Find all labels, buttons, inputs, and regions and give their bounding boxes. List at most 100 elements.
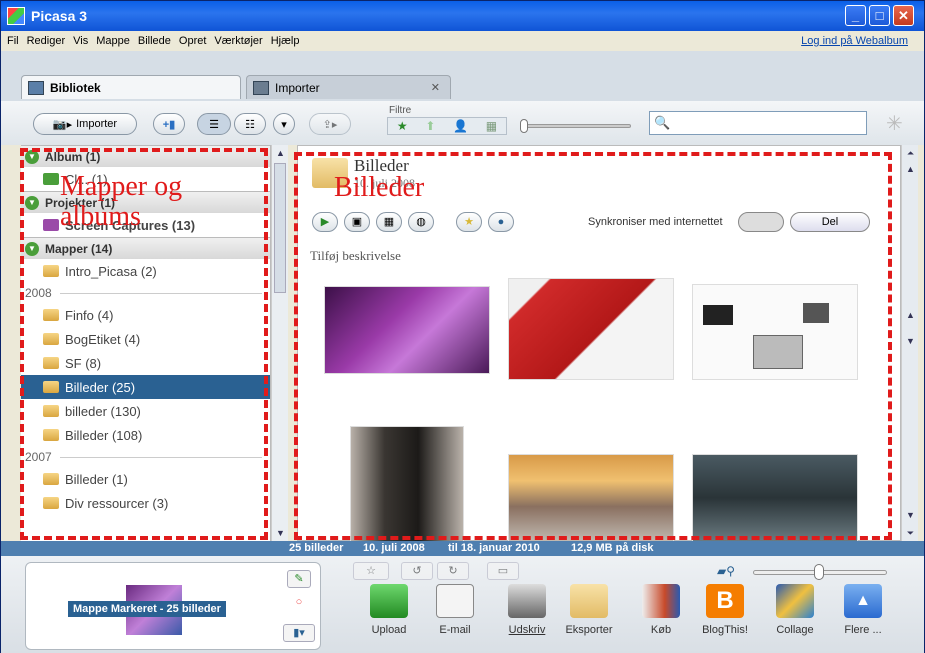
folder-title[interactable]: Billeder bbox=[354, 156, 409, 176]
rotate-right-icon[interactable]: ↻ bbox=[437, 562, 469, 580]
photo-thumbnail[interactable] bbox=[350, 426, 464, 542]
minimize-button[interactable]: _ bbox=[845, 5, 866, 26]
scroll-thumb[interactable] bbox=[274, 163, 286, 293]
filter-slider-knob[interactable] bbox=[520, 119, 528, 133]
list-item-folder[interactable]: Intro_Picasa (2) bbox=[21, 259, 270, 283]
list-item-folder[interactable]: SF (8) bbox=[21, 351, 270, 375]
upload-filter-icon[interactable]: ⬆ bbox=[425, 119, 435, 133]
login-webalbum-link[interactable]: Log ind på Webalbum bbox=[801, 35, 908, 47]
zoom-slider-knob[interactable] bbox=[814, 564, 824, 580]
maximize-button[interactable]: □ bbox=[869, 5, 890, 26]
menu-fil[interactable]: Fil bbox=[7, 35, 19, 47]
collage-button[interactable]: ▦ bbox=[376, 212, 402, 232]
tab-bibliotek[interactable]: Bibliotek bbox=[21, 75, 241, 99]
add-description[interactable]: Tilføj beskrivelse bbox=[310, 248, 401, 264]
menu-hjaelp[interactable]: Hjælp bbox=[271, 35, 300, 47]
add-album-button[interactable]: +▮ bbox=[153, 113, 185, 135]
hold-pin-icon[interactable]: ✎ bbox=[287, 570, 311, 588]
scroll-top-icon[interactable]: ⏶ bbox=[902, 145, 919, 161]
person-filter-icon[interactable]: 👤 bbox=[453, 119, 468, 133]
photo-pane: Billeder 10. juli 2008 ▶ ▣ ▦ ◍ ★ ● Synkr… bbox=[297, 145, 901, 542]
menu-billede[interactable]: Billede bbox=[138, 35, 171, 47]
export-action[interactable]: Eksporter bbox=[559, 584, 619, 636]
search-box[interactable]: 🔍 bbox=[649, 111, 867, 135]
device-shape bbox=[753, 335, 803, 369]
tag-icon[interactable]: ▭ bbox=[487, 562, 519, 580]
upload-toolbar-button[interactable]: ⇪▸ bbox=[309, 113, 351, 135]
collapse-icon[interactable]: ▼ bbox=[25, 195, 39, 210]
scroll-down-icon[interactable]: ▼ bbox=[272, 525, 289, 541]
album-section-header[interactable]: ▼ Album (1) bbox=[21, 145, 270, 167]
import-button[interactable]: 📷▸ Importer bbox=[33, 113, 137, 135]
scroll-up-icon[interactable]: ▲ bbox=[902, 161, 919, 177]
add-to-album-dropdown[interactable]: ▮▾ bbox=[283, 624, 315, 642]
photo-thumbnail[interactable] bbox=[324, 286, 490, 374]
slideshow-button[interactable]: ▶ bbox=[312, 212, 338, 232]
rotate-left-icon[interactable]: ↺ bbox=[401, 562, 433, 580]
menu-vis[interactable]: Vis bbox=[73, 35, 88, 47]
list-item-album[interactable]: Cl... (1) bbox=[21, 167, 270, 191]
people-button[interactable]: ● bbox=[488, 212, 514, 232]
scroll-bottom-icon[interactable]: ⏷ bbox=[902, 525, 919, 541]
tab-close-icon[interactable]: ✕ bbox=[431, 81, 440, 94]
blogthis-action[interactable]: B BlogThis! bbox=[695, 584, 755, 636]
scroll-up-icon[interactable]: ▲ bbox=[272, 145, 289, 161]
sync-toggle[interactable] bbox=[738, 212, 784, 232]
folders-section-header[interactable]: ▼ Mapper (14) bbox=[21, 237, 270, 259]
photo-pane-scrollbar[interactable]: ⏶ ▲ ▲ ▼ ▼ ⏷ bbox=[901, 145, 918, 541]
album-section-label: Album (1) bbox=[45, 149, 101, 164]
collapse-icon[interactable]: ▼ bbox=[25, 241, 39, 256]
video-filter-icon[interactable]: ▦ bbox=[486, 119, 497, 133]
collapse-icon[interactable]: ▼ bbox=[25, 149, 39, 164]
photo-thumbnail[interactable] bbox=[692, 454, 858, 542]
tab-importer[interactable]: Importer ✕ bbox=[246, 75, 451, 99]
buy-action[interactable]: Køb bbox=[631, 584, 691, 636]
list-item-folder[interactable]: Div ressourcer (3) bbox=[21, 491, 270, 515]
list-item-folder[interactable]: BogEtiket (4) bbox=[21, 327, 270, 351]
add-to-album-button[interactable]: ▣ bbox=[344, 212, 370, 232]
list-item-folder[interactable]: Billeder (1) bbox=[21, 467, 270, 491]
collage-label: Collage bbox=[776, 624, 814, 636]
view-tree-button[interactable]: ☷ bbox=[234, 113, 266, 135]
menu-mappe[interactable]: Mappe bbox=[96, 35, 130, 47]
menu-opret[interactable]: Opret bbox=[179, 35, 207, 47]
upload-action[interactable]: Upload bbox=[359, 584, 419, 636]
photo-tray[interactable]: Mappe Markeret - 25 billeder bbox=[25, 562, 321, 650]
list-item-label: Intro_Picasa (2) bbox=[65, 263, 157, 279]
status-bar: 25 billeder 10. juli 2008 til 18. januar… bbox=[1, 541, 924, 556]
star-filter-icon[interactable]: ★ bbox=[397, 119, 408, 133]
scroll-down-icon[interactable]: ▼ bbox=[902, 507, 919, 523]
more-action[interactable]: ▲ Flere ... bbox=[833, 584, 893, 636]
list-item-label: Cl... (1) bbox=[65, 171, 108, 187]
year-divider: 2007 bbox=[21, 447, 270, 467]
filter-slider[interactable] bbox=[520, 119, 631, 133]
zoom-slider[interactable] bbox=[753, 564, 887, 580]
star-button[interactable]: ★ bbox=[456, 212, 482, 232]
view-list-button[interactable]: ☰ bbox=[197, 113, 231, 135]
view-dropdown-button[interactable]: ▾ bbox=[273, 113, 295, 135]
share-button[interactable]: Del bbox=[790, 212, 870, 232]
zoom-icon: ▰⚲ bbox=[717, 564, 736, 578]
geotag-button[interactable]: ◍ bbox=[408, 212, 434, 232]
photo-thumbnail[interactable] bbox=[508, 454, 674, 542]
print-action[interactable]: Udskriv bbox=[497, 584, 557, 636]
menu-rediger[interactable]: Rediger bbox=[27, 35, 66, 47]
close-button[interactable]: ✕ bbox=[893, 5, 914, 26]
clear-tray-icon[interactable]: ○ bbox=[287, 594, 311, 612]
folder-list-scrollbar[interactable]: ▲ ▼ bbox=[271, 145, 288, 541]
list-item-folder[interactable]: Finfo (4) bbox=[21, 303, 270, 327]
list-item-folder[interactable]: Billeder (108) bbox=[21, 423, 270, 447]
scroll-up-icon[interactable]: ▲ bbox=[902, 307, 919, 323]
list-item-screen-captures[interactable]: Screen Captures (13) bbox=[21, 213, 270, 237]
list-item-folder-selected[interactable]: Billeder (25) bbox=[21, 375, 270, 399]
list-item-label: BogEtiket (4) bbox=[65, 331, 141, 347]
list-item-folder[interactable]: billeder (130) bbox=[21, 399, 270, 423]
projects-section-header[interactable]: ▼ Projekter (1) bbox=[21, 191, 270, 213]
scroll-down-icon[interactable]: ▼ bbox=[902, 333, 919, 349]
menu-vaerktoejer[interactable]: Værktøjer bbox=[214, 35, 262, 47]
email-action[interactable]: E-mail bbox=[425, 584, 485, 636]
photo-thumbnail[interactable] bbox=[508, 278, 674, 380]
collage-action[interactable]: Collage bbox=[765, 584, 825, 636]
star-button[interactable]: ☆ bbox=[353, 562, 389, 580]
photo-thumbnail[interactable] bbox=[692, 284, 858, 380]
